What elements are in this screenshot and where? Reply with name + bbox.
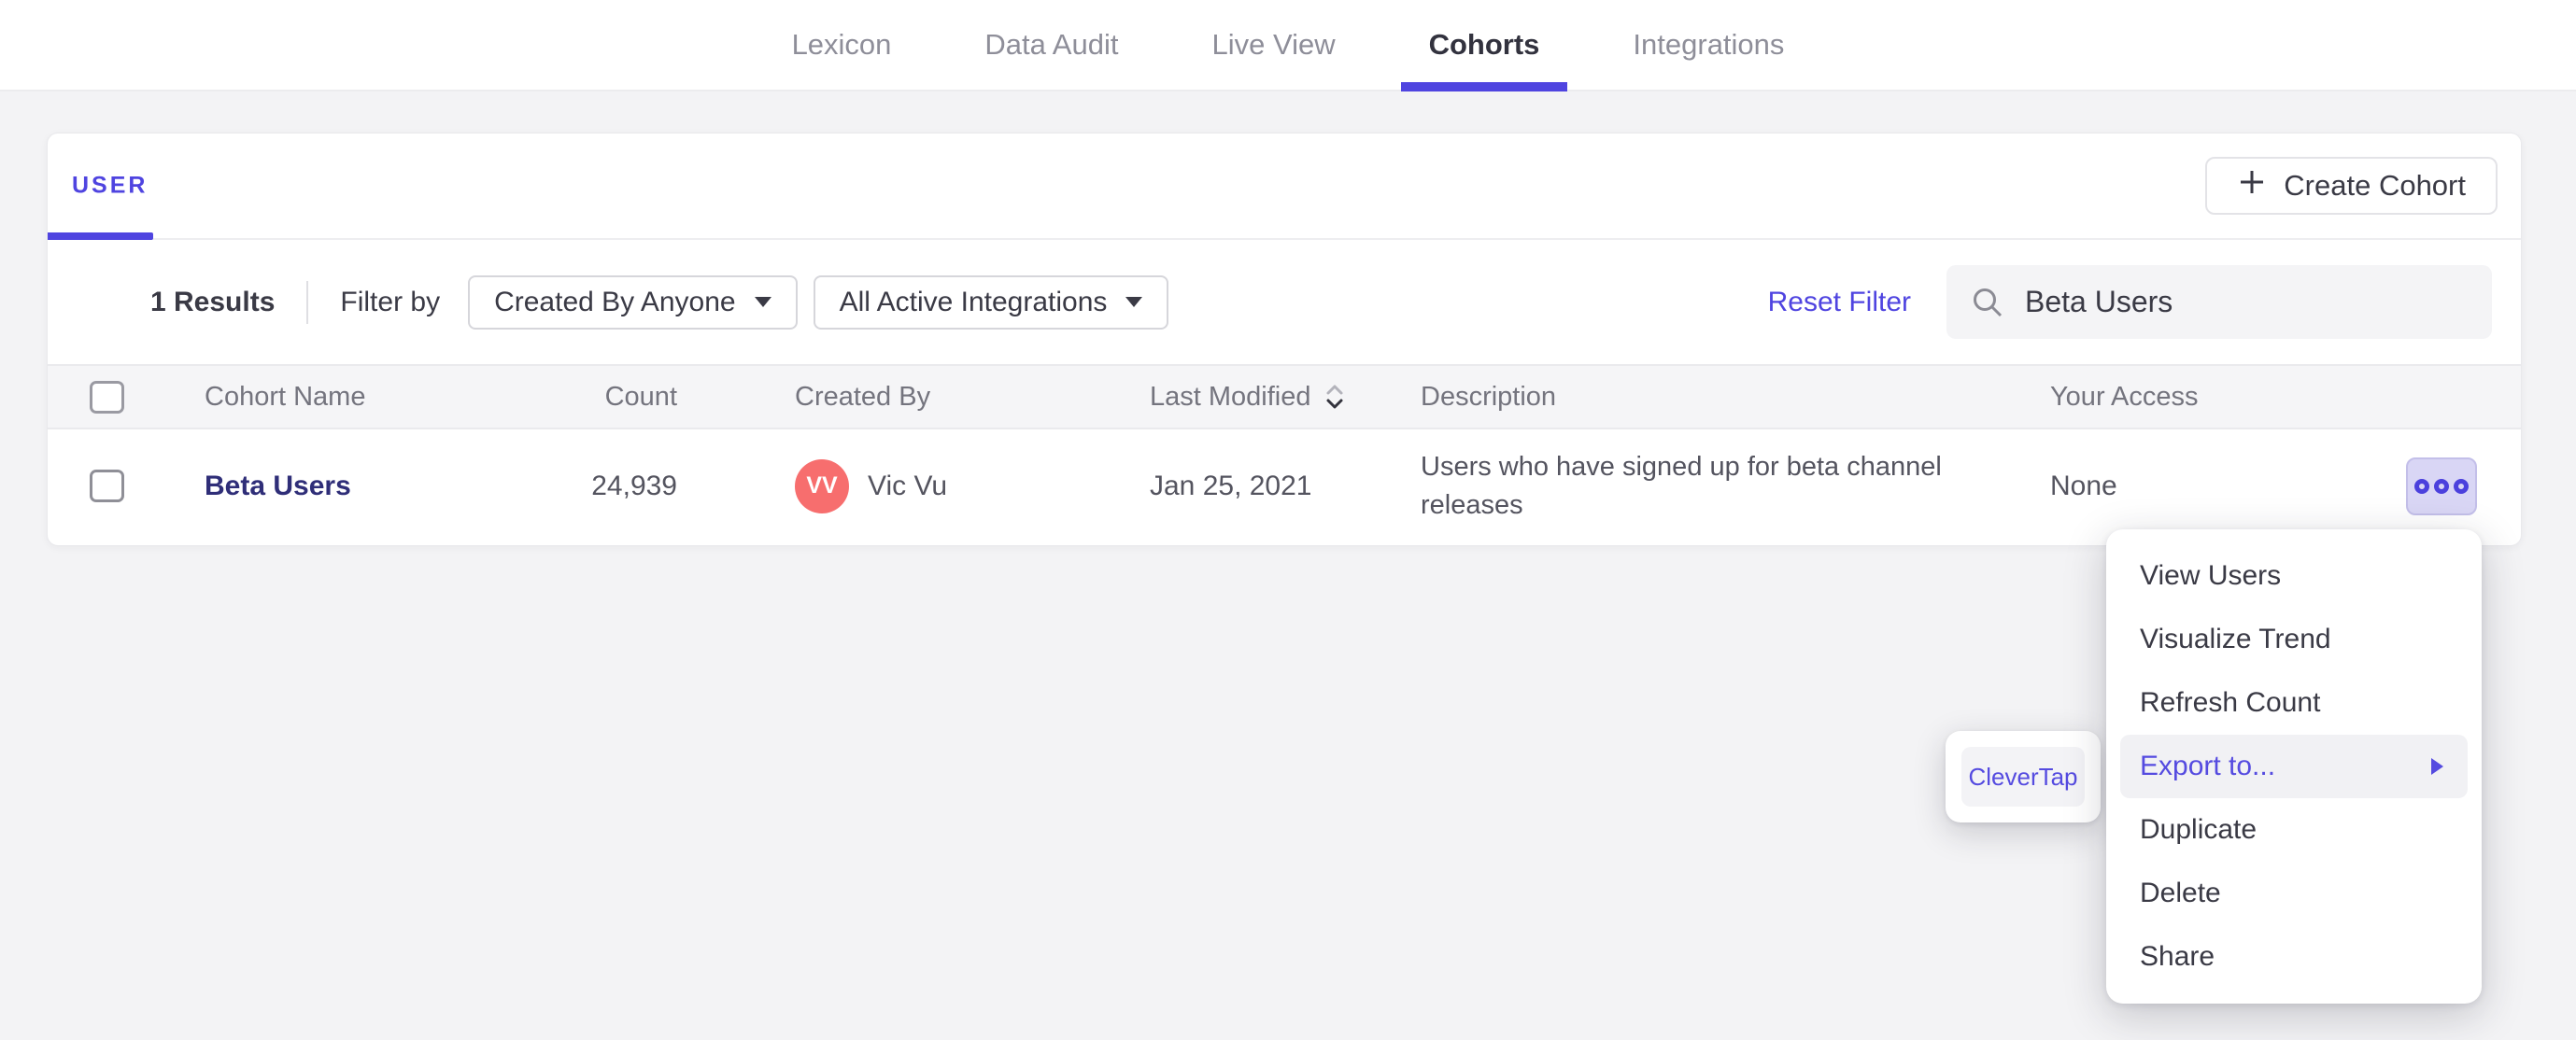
table-row: Beta Users 24,939 VV Vic Vu Jan 25, 2021… [48,429,2521,542]
menu-item-export-to[interactable]: Export to... [2120,735,2468,798]
cohorts-panel: USER Create Cohort 1 Results Filter by C… [47,133,2522,546]
ellipsis-icon [2454,478,2469,494]
avatar: VV [795,458,849,513]
description-cell: Users who have signed up for beta channe… [1421,451,1942,520]
panel-tab-bar: USER Create Cohort [48,134,2521,240]
your-access-cell: None [2050,470,2117,501]
row-checkbox[interactable] [90,470,124,502]
last-modified-cell: Jan 25, 2021 [1150,470,1312,501]
nav-item-lexicon[interactable]: Lexicon [764,0,920,90]
nav-item-integrations[interactable]: Integrations [1605,0,1812,90]
filter-divider [306,280,309,324]
cohort-count: 24,939 [591,470,677,501]
integrations-dropdown[interactable]: All Active Integrations [813,274,1169,330]
submenu-arrow-icon [2428,755,2445,778]
header-your-access: Your Access [2050,381,2199,412]
sort-icon[interactable] [1323,382,1347,412]
ellipsis-icon [2434,478,2449,494]
tab-user-underline [48,232,153,240]
nav-item-live-view[interactable]: Live View [1183,0,1363,90]
results-count: 1 Results [150,286,276,317]
header-created-by: Created By [795,381,931,412]
menu-item-duplicate[interactable]: Duplicate [2106,798,2482,862]
cohort-search-box [1946,265,2492,339]
top-nav: Lexicon Data Audit Live View Cohorts Int… [0,0,2576,91]
reset-filter-link[interactable]: Reset Filter [1768,287,1911,318]
created-by-cell: VV Vic Vu [711,458,1150,513]
menu-item-refresh-count[interactable]: Refresh Count [2106,671,2482,735]
plus-icon [2237,167,2267,204]
table-header: Cohort Name Count Created By Last Modifi… [48,364,2521,429]
caret-down-icon [754,297,771,307]
nav-item-data-audit[interactable]: Data Audit [956,0,1146,90]
submenu-item-clevertap[interactable]: CleverTap [1961,747,2085,807]
search-input[interactable] [2025,285,2468,319]
create-cohort-button[interactable]: Create Cohort [2205,157,2498,215]
filter-by-label: Filter by [340,286,441,317]
filter-bar: 1 Results Filter by Created By Anyone Al… [48,240,2521,364]
row-actions-menu: View Users Visualize Trend Refresh Count… [2106,529,2482,1004]
header-cohort-name: Cohort Name [205,381,366,412]
caret-down-icon [1125,297,1143,307]
ellipsis-icon [2414,478,2429,494]
header-last-modified[interactable]: Last Modified [1150,382,1421,413]
more-actions-button[interactable] [2406,457,2477,515]
tab-user[interactable]: USER [72,173,148,200]
search-icon [1971,286,2004,319]
menu-item-view-users[interactable]: View Users [2106,544,2482,608]
menu-item-delete[interactable]: Delete [2106,862,2482,925]
header-description: Description [1421,381,1557,412]
menu-item-share[interactable]: Share [2106,925,2482,989]
export-submenu: CleverTap [1946,731,2101,822]
cohort-name-link[interactable]: Beta Users [205,471,351,501]
created-by-dropdown[interactable]: Created By Anyone [468,274,798,330]
nav-item-cohorts[interactable]: Cohorts [1400,0,1568,91]
create-cohort-label: Create Cohort [2284,169,2466,202]
created-by-name: Vic Vu [868,470,948,501]
select-all-checkbox[interactable] [90,380,124,414]
created-by-dropdown-label: Created By Anyone [494,286,736,317]
integrations-dropdown-label: All Active Integrations [839,286,1108,317]
header-count: Count [604,381,677,412]
header-last-modified-label: Last Modified [1150,381,1311,412]
menu-item-visualize-trend[interactable]: Visualize Trend [2106,608,2482,671]
menu-item-export-to-label: Export to... [2140,751,2276,781]
